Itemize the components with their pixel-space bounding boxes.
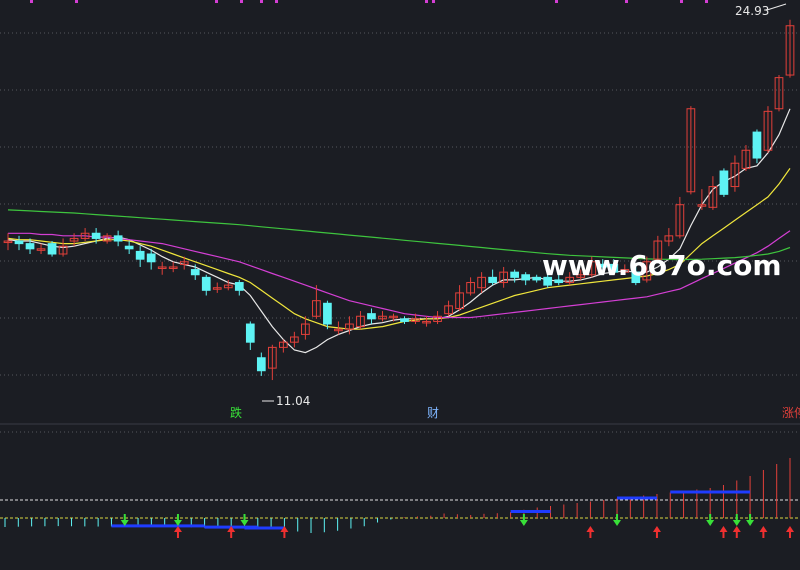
chart-stage: 24.93 11.04 www.6o7o.com 跌 财 涨停 [0,0,800,570]
ma-line-ma5 [7,108,791,354]
candle-body [521,274,531,281]
arrow-up-head-icon [786,526,794,532]
arrow-up-head-icon [586,526,595,532]
top-marker [625,0,628,3]
candle-body [234,282,244,291]
top-marker [705,0,708,3]
candlesticks [3,19,795,381]
low-price-label: 11.04 [276,394,310,408]
arrow-down-head-icon [613,520,622,526]
arrow-up-head-icon [759,526,768,532]
candle-body [135,250,145,260]
arrow-up-head-icon [732,526,741,532]
candle-body [25,243,35,250]
top-markers [30,0,708,3]
candle-body [719,170,729,195]
candle-body [752,131,762,159]
candle-body [256,357,266,372]
candle-body [323,302,332,325]
indicator-blue-bars [111,490,751,530]
watermark-text: www.6o7o.com [542,249,782,282]
top-marker [680,0,683,3]
high-price-label: 24.93 [735,4,769,18]
high-price-arrow [766,3,787,11]
candle-body [190,269,200,276]
candle-body [245,323,255,343]
top-marker [275,0,278,3]
arrow-down-head-icon [240,520,249,526]
zhangting-marker: 涨停 [782,405,800,420]
candle-body [532,276,542,281]
arrow-up-head-icon [719,526,728,532]
top-marker [30,0,33,3]
top-marker [75,0,78,3]
top-marker [260,0,263,3]
moving-average-lines [7,108,791,354]
indicator-blue-bar [617,496,657,500]
candle-body [510,271,520,278]
candle-body [146,253,156,263]
candle-body [14,240,24,245]
candle-body [488,276,497,284]
top-marker [432,0,435,3]
top-marker [555,0,558,3]
top-marker [240,0,243,3]
indicator-blue-bar [244,526,285,530]
candle-body [124,245,134,250]
indicator-blue-bar [670,490,751,494]
candle-body [113,235,123,242]
arrow-down-head-icon [732,520,741,526]
indicator-panel [0,458,800,538]
candle-body [91,232,101,239]
candle-body [47,243,57,255]
arrow-down-head-icon [519,520,528,526]
cai-marker: 财 [427,406,439,420]
stock-chart-svg: 24.93 11.04 www.6o7o.com 跌 财 涨停 [0,0,800,538]
die-marker: 跌 [230,405,242,420]
price-annotations: 24.93 11.04 www.6o7o.com 跌 财 涨停 [230,3,800,420]
candle-body [400,318,409,322]
top-marker [425,0,428,3]
candle-body [201,276,211,291]
top-marker [215,0,218,3]
arrow-down-head-icon [706,520,715,526]
indicator-blue-bar [510,510,551,513]
arrow-up-head-icon [652,526,661,532]
candle-body [367,313,376,320]
arrow-down-head-icon [746,520,755,526]
